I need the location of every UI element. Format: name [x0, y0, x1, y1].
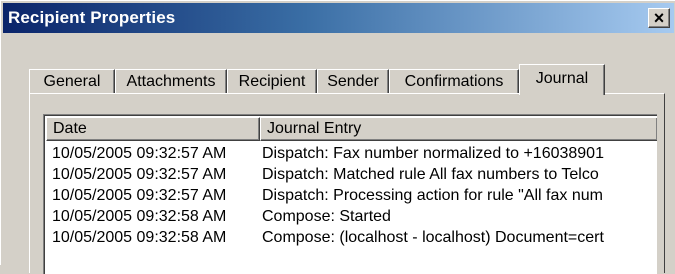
journal-list[interactable]: Date Journal Entry 10/05/2005 09:32:57 A… — [43, 114, 657, 274]
entry-date: 10/05/2005 09:32:57 AM — [52, 145, 227, 162]
tab-confirmations[interactable]: Confirmations — [389, 69, 519, 94]
list-item[interactable]: 10/05/2005 09:32:57 AM Dispatch: Matched… — [46, 166, 657, 187]
tab-journal[interactable]: Journal — [519, 64, 605, 95]
entry-text: Compose: Started — [262, 208, 391, 225]
column-header-date[interactable]: Date — [46, 117, 260, 141]
list-item[interactable]: 10/05/2005 09:32:58 AM Compose: Started — [46, 208, 657, 229]
entry-date: 10/05/2005 09:32:58 AM — [52, 229, 227, 246]
entry-text: Dispatch: Matched rule All fax numbers t… — [262, 166, 599, 183]
list-header: Date Journal Entry — [46, 117, 657, 141]
list-item[interactable]: 10/05/2005 09:32:57 AM Dispatch: Process… — [46, 187, 657, 208]
close-button[interactable]: × — [648, 8, 670, 28]
list-item[interactable]: 10/05/2005 09:32:58 AM Compose: (localho… — [46, 229, 657, 250]
tab-attachments[interactable]: Attachments — [115, 69, 227, 94]
entry-text: Compose: (localhost - localhost) Documen… — [262, 229, 604, 246]
window-title: Recipient Properties — [8, 8, 176, 27]
entry-date: 10/05/2005 09:32:58 AM — [52, 208, 227, 225]
list-item[interactable]: 10/05/2005 09:32:57 AM Dispatch: Fax num… — [46, 145, 657, 166]
entry-date: 10/05/2005 09:32:57 AM — [52, 166, 227, 183]
tab-general[interactable]: General — [29, 69, 115, 94]
list-rows: 10/05/2005 09:32:57 AM Dispatch: Fax num… — [46, 145, 657, 250]
tab-recipient[interactable]: Recipient — [227, 69, 317, 94]
properties-dialog: Recipient Properties × General Attachmen… — [0, 0, 675, 274]
entry-date: 10/05/2005 09:32:57 AM — [52, 187, 227, 204]
tab-strip: General Attachments Recipient Sender Con… — [29, 64, 669, 95]
close-icon: × — [653, 8, 665, 28]
column-header-journal-entry[interactable]: Journal Entry — [260, 117, 657, 141]
entry-text: Dispatch: Fax number normalized to +1603… — [262, 145, 604, 162]
tab-sender[interactable]: Sender — [317, 69, 389, 94]
title-bar[interactable]: Recipient Properties × — [3, 3, 674, 33]
entry-text: Dispatch: Processing action for rule "Al… — [262, 187, 603, 204]
